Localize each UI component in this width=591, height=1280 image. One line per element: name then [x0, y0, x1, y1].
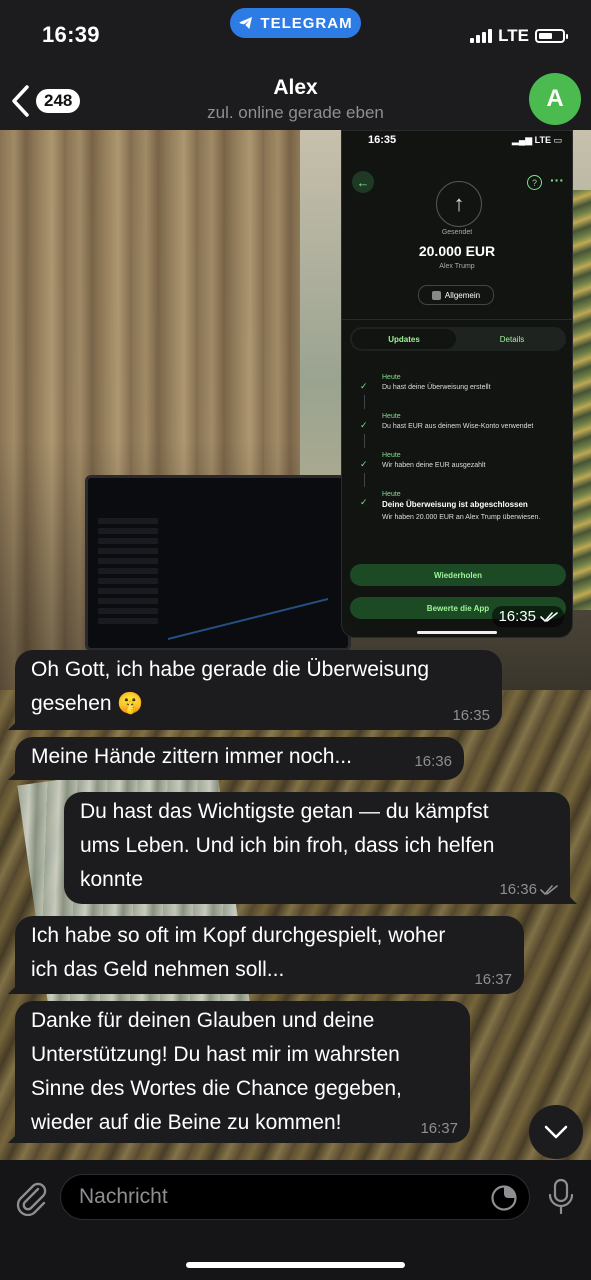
message-input[interactable]	[60, 1174, 530, 1220]
screenshot-amount: 20.000 EUR	[418, 243, 496, 259]
message-line: Oh Gott, ich habe gerade die Überweisung	[31, 658, 430, 681]
message-line: Du hast das Wichtigste getan — du kämpfs…	[80, 800, 489, 823]
message-time: 16:35	[452, 707, 490, 724]
message-time: 16:37	[420, 1120, 458, 1137]
message-bubble[interactable]: Ich habe so oft im Kopf durchgespielt, w…	[15, 916, 524, 994]
screenshot-status-time: 16:35	[368, 134, 397, 146]
screenshot-recipient: Alex Trump	[439, 263, 475, 270]
status-indicators: LTE	[470, 26, 568, 46]
message-line: Unterstützung! Du hast mir im wahrsten	[31, 1043, 400, 1066]
message-line: wieder auf die Beine zu kommen!	[31, 1111, 342, 1134]
network-label: LTE	[498, 26, 529, 45]
screenshot-step: Heute Wir haben deine EUR ausgezahlt	[382, 452, 486, 469]
double-check-icon	[540, 885, 558, 896]
message-bubble[interactable]: Danke für deinen Glauben und deine Unter…	[15, 1001, 470, 1143]
microphone-icon[interactable]	[547, 1178, 575, 1216]
message-line: Sinne des Wortes die Chance gegeben,	[31, 1077, 402, 1100]
message-time: 16:37	[474, 971, 512, 988]
image-message[interactable]: 16:35 ▂▄▆ LTE ▭ ← ? ··· ↑ Gesendet 20.00…	[341, 130, 573, 638]
screenshot-tabs: Updates Details	[350, 327, 566, 351]
screenshot-tab-updates: Updates	[352, 329, 456, 349]
sticker-icon[interactable]	[490, 1184, 518, 1212]
message-time: 16:36	[414, 753, 452, 770]
telegram-icon	[239, 17, 253, 29]
check-icon: ✓	[360, 420, 368, 430]
chevron-down-icon	[544, 1125, 568, 1139]
message-line: ich das Geld nehmen soll...	[31, 958, 285, 981]
message-bubble[interactable]: Meine Hände zittern immer noch... 16:36	[15, 737, 464, 780]
message-meta: 16:37	[474, 972, 512, 988]
message-bubble[interactable]: Oh Gott, ich habe gerade die Überweisung…	[15, 650, 502, 730]
check-icon: ✓	[360, 459, 368, 469]
paperclip-icon[interactable]	[14, 1180, 48, 1216]
screenshot-step: Heute Du hast deine Überweisung erstellt	[382, 374, 491, 391]
status-time: 16:39	[42, 22, 100, 47]
message-line: gesehen 🤫	[31, 692, 144, 715]
screenshot-repeat-button: Wiederholen	[350, 564, 566, 586]
screenshot-status-network: ▂▄▆ LTE ▭	[511, 135, 562, 145]
chat-status: zul. online gerade eben	[207, 103, 384, 122]
avatar[interactable]: A	[529, 73, 581, 125]
screenshot-back-icon: ←	[352, 171, 374, 193]
screenshot-help-icon: ?	[527, 175, 542, 190]
message-line: Meine Hände zittern immer noch...	[31, 745, 352, 768]
telegram-pill[interactable]: TELEGRAM	[230, 8, 361, 38]
check-icon: ✓	[360, 381, 368, 391]
message-time: 16:35	[498, 608, 536, 625]
screenshot-step: Heute Du hast EUR aus deinem Wise-Konto …	[382, 413, 534, 430]
screenshot-tab-details: Details	[499, 334, 525, 344]
message-line: Danke für deinen Glauben und deine	[31, 1009, 375, 1032]
message-meta: 16:37	[420, 1121, 458, 1137]
screenshot-sent-label: Gesendet	[441, 229, 473, 236]
category-icon	[431, 290, 441, 300]
chat-header: 16:39 TELEGRAM LTE 248 Alex zul. online …	[0, 0, 591, 130]
message-meta: 16:36	[414, 754, 452, 770]
message-line: Ich habe so oft im Kopf durchgespielt, w…	[31, 924, 446, 947]
double-check-icon	[540, 611, 558, 622]
message-bubble[interactable]: Du hast das Wichtigste getan — du kämpfs…	[64, 792, 570, 904]
check-icon: ✓	[360, 497, 368, 507]
message-meta: 16:35	[492, 606, 564, 627]
message-line: konnte	[80, 868, 144, 891]
signal-icon	[470, 29, 493, 43]
screenshot-category-chip: Allgemein	[418, 285, 494, 305]
screenshot-arrow-up-icon: ↑	[436, 181, 482, 227]
scroll-to-bottom-button[interactable]	[529, 1105, 583, 1159]
message-time: 16:36	[499, 881, 537, 898]
screenshot-step: Heute Deine Überweisung ist abgeschlosse…	[382, 491, 541, 521]
message-meta: 16:35	[452, 708, 490, 724]
laptop	[85, 475, 351, 651]
message-line: ums Leben. Und ich bin froh, dass ich he…	[80, 834, 495, 857]
home-indicator	[186, 1262, 405, 1268]
message-meta: 16:36	[499, 882, 558, 898]
telegram-pill-label: TELEGRAM	[260, 14, 353, 32]
screenshot-more-icon: ···	[550, 172, 564, 188]
battery-icon	[535, 29, 568, 43]
chat-title[interactable]: Alex	[0, 76, 591, 100]
